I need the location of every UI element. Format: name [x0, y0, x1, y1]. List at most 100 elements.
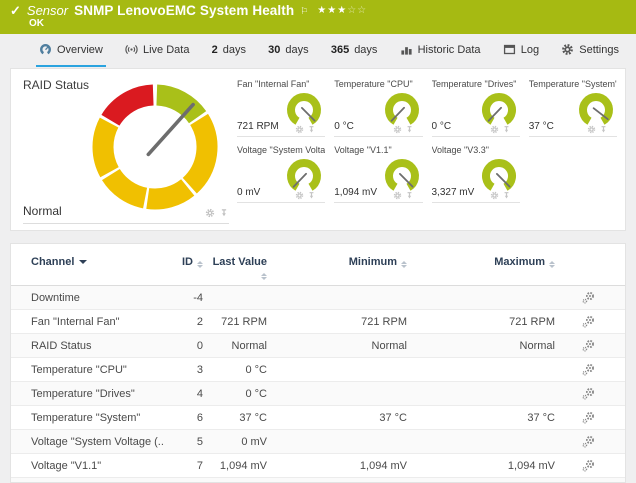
tab-log[interactable]: Log: [500, 34, 542, 67]
column-header-last-value[interactable]: Last Value: [203, 244, 267, 286]
gauge-panel: Voltage "V1.1" 1,094 mV: [334, 143, 422, 203]
gear-icon: [561, 43, 574, 56]
stars-empty: ☆☆: [347, 5, 367, 16]
table-row: RAID Status0NormalNormalNormal: [11, 334, 625, 358]
log-icon: [503, 43, 516, 56]
table-row: Temperature "System"637 °C37 °C37 °C: [11, 406, 625, 430]
chart-icon: [400, 43, 413, 56]
channel-cell: Downtime: [11, 286, 163, 310]
gauge-panel: Fan "Internal Fan" 721 RPM: [237, 77, 325, 137]
gauge-title: Voltage "V3.3": [432, 145, 489, 155]
status-check-icon: ✓: [10, 3, 21, 19]
pin-icon[interactable]: [599, 125, 608, 134]
table-row: Temperature "CPU"30 °C: [11, 358, 625, 382]
gauge-title: Temperature "Drives": [432, 79, 517, 89]
pin-icon[interactable]: [219, 208, 229, 218]
gear-icon[interactable]: [490, 191, 499, 200]
channel-cell: Voltage "System Voltage (...: [11, 430, 163, 454]
column-header-id[interactable]: ID: [163, 244, 203, 286]
tab-label: days: [354, 44, 377, 56]
channel-cell: Voltage "V1.1": [11, 454, 163, 478]
column-header-channel[interactable]: Channel: [11, 244, 163, 286]
channel-settings-gears-icon[interactable]: [582, 315, 595, 328]
sort-icon: [549, 261, 555, 268]
tab-2-days[interactable]: 2days: [209, 34, 249, 67]
pin-icon[interactable]: [502, 125, 511, 134]
gear-icon[interactable]: [295, 125, 304, 134]
id-cell: 3: [163, 358, 203, 382]
last-value-cell: 0 °C: [203, 358, 267, 382]
actions-cell: [555, 310, 625, 334]
id-cell: 6: [163, 406, 203, 430]
gauge-panel-icons: [295, 191, 316, 200]
tab-label: Log: [521, 44, 539, 56]
gear-icon[interactable]: [205, 208, 215, 218]
channel-settings-gears-icon[interactable]: [582, 363, 595, 376]
column-header-minimum[interactable]: Minimum: [267, 244, 407, 286]
tab-label: days: [285, 44, 308, 56]
maximum-cell: 1,094 mV: [407, 454, 555, 478]
channel-settings-gears-icon[interactable]: [582, 459, 595, 472]
minimum-cell: [267, 382, 407, 406]
last-value-cell: 3,327 mV: [203, 478, 267, 483]
maximum-cell: [407, 358, 555, 382]
gauge-value: 3,327 mV: [432, 187, 475, 198]
table-row: Temperature "Drives"40 °C: [11, 382, 625, 406]
actions-cell: [555, 430, 625, 454]
pin-icon[interactable]: [502, 191, 511, 200]
channel-settings-gears-icon[interactable]: [582, 339, 595, 352]
tab-30-days[interactable]: 30days: [265, 34, 312, 67]
gauge-panel: Temperature "Drives" 0 °C: [432, 77, 520, 137]
pin-icon[interactable]: [307, 191, 316, 200]
tab-overview[interactable]: Overview: [36, 34, 106, 67]
gauge-panel-icons: [490, 125, 511, 134]
minimum-cell: 3,327 mV: [267, 478, 407, 483]
minimum-cell: [267, 358, 407, 382]
tab-number: 365: [331, 44, 349, 56]
maximum-cell: 721 RPM: [407, 310, 555, 334]
channel-table-panel: Channel ID Last Value Minimum Maximum Do…: [10, 243, 626, 483]
channel-settings-gears-icon[interactable]: [582, 291, 595, 304]
object-kind-label: Sensor: [27, 3, 68, 19]
tab-365-days[interactable]: 365 days: [328, 34, 381, 67]
minimum-cell: [267, 286, 407, 310]
gear-icon[interactable]: [295, 191, 304, 200]
gauge-dial: [576, 90, 616, 130]
tab-historic-data[interactable]: Historic Data: [397, 34, 484, 67]
last-value-cell: [203, 286, 267, 310]
gauge-panel: Temperature "System" 37 °C: [529, 77, 617, 137]
channel-gauge-grid: Fan "Internal Fan" 721 RPMTemperature "C…: [237, 77, 617, 203]
tab-label: Overview: [57, 44, 103, 56]
tab-settings[interactable]: Settings: [558, 34, 622, 67]
gear-icon[interactable]: [490, 125, 499, 134]
maximum-cell: [407, 286, 555, 310]
column-header-maximum[interactable]: Maximum: [407, 244, 555, 286]
tab-live-data[interactable]: Live Data: [122, 34, 192, 67]
tab-label: Historic Data: [418, 44, 481, 56]
channel-settings-gears-icon[interactable]: [582, 387, 595, 400]
gauge-value: 0 °C: [432, 121, 452, 132]
gear-icon[interactable]: [393, 191, 402, 200]
priority-stars[interactable]: ★★★☆☆: [317, 3, 367, 19]
channel-settings-gears-icon[interactable]: [582, 411, 595, 424]
id-cell: 7: [163, 454, 203, 478]
flag-icon[interactable]: ⚐: [300, 3, 308, 19]
table-row: Downtime-4: [11, 286, 625, 310]
sensor-banner: ✓ Sensor SNMP LenovoEMC System Health ⚐ …: [0, 0, 636, 34]
tab-label: Settings: [579, 44, 619, 56]
tab-label: Live Data: [143, 44, 189, 56]
last-value-cell: 0 mV: [203, 430, 267, 454]
actions-cell: [555, 334, 625, 358]
maximum-cell: Normal: [407, 334, 555, 358]
pin-icon[interactable]: [307, 125, 316, 134]
pin-icon[interactable]: [405, 125, 414, 134]
gauge-title: Fan "Internal Fan": [237, 79, 309, 89]
gauge-value: 0 mV: [237, 187, 260, 198]
gear-icon[interactable]: [587, 125, 596, 134]
table-row: Voltage "System Voltage (...50 mV: [11, 430, 625, 454]
channel-settings-gears-icon[interactable]: [582, 435, 595, 448]
gear-icon[interactable]: [393, 125, 402, 134]
pin-icon[interactable]: [405, 191, 414, 200]
channel-table: Channel ID Last Value Minimum Maximum Do…: [11, 244, 625, 483]
gauge-panel: Voltage "V3.3" 3,327 mV: [432, 143, 520, 203]
